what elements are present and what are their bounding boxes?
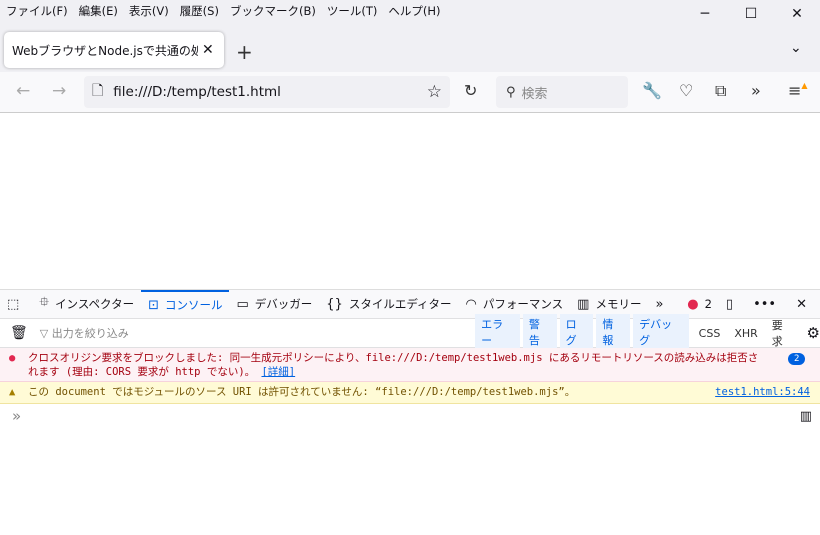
tab-debugger[interactable]: ▭ デバッガー xyxy=(229,290,319,319)
devtools-toolbar: ⬚ ⯐ インスペクター ⊡ コンソール ▭ デバッガー {} スタイルエディター ◠ パフ… xyxy=(0,289,820,319)
tab-style-editor[interactable]: {} スタイルエディター xyxy=(319,290,458,319)
trash-icon[interactable]: 🗑 xyxy=(10,325,28,341)
error-icon: ● xyxy=(687,296,699,312)
browser-tab[interactable]: WebブラウザとNode.jsで共通の処理を ✕ xyxy=(4,32,224,68)
inspector-icon: ⯐ xyxy=(39,295,50,310)
warning-icon: ▲ xyxy=(9,386,16,398)
console-filter-bar: 🗑 ▽ 出力を絞り込み エラー 警告 ログ 情報 デバッグ CSS XHR 要求… xyxy=(0,314,820,352)
menu-help[interactable]: ヘルプ(H) xyxy=(388,3,440,19)
element-picker-icon[interactable]: ⬚ xyxy=(0,290,32,319)
warning-text: この document ではモジュールのソース URI は許可されていません: … xyxy=(28,386,576,398)
menu-view[interactable]: 表示(V) xyxy=(129,3,169,19)
devtools-panel: ⬚ ⯐ インスペクター ⊡ コンソール ▭ デバッガー {} スタイルエディター ◠ パフ… xyxy=(0,289,820,535)
filter-requests[interactable]: 要求 xyxy=(772,317,794,349)
menu-file[interactable]: ファイル(F) xyxy=(6,3,68,19)
menu-history[interactable]: 履歴(S) xyxy=(180,3,219,19)
console-icon: ⊡ xyxy=(148,297,159,313)
tab-inspector[interactable]: ⯐ インスペクター xyxy=(32,290,141,319)
prompt-icon: » xyxy=(12,407,22,425)
close-tab-icon[interactable]: ✕ xyxy=(202,42,214,58)
filter-debug[interactable]: デバッグ xyxy=(633,314,689,352)
page-content xyxy=(0,113,820,289)
memory-icon: ▥ xyxy=(577,296,590,312)
error-text-1: クロスオリジン要求をブロックしました: 同一生成元ポリシーにより、file://… xyxy=(28,352,759,364)
url-bar[interactable]: 🗋 file:///D:/temp/test1.html ☆ xyxy=(84,76,450,108)
tab-console[interactable]: ⊡ コンソール xyxy=(141,289,230,319)
filter-input[interactable]: ▽ 出力を絞り込み xyxy=(40,325,475,341)
repeat-count-badge: 2 xyxy=(788,353,806,365)
editor-mode-icon[interactable]: ▥ xyxy=(800,409,812,424)
reload-icon[interactable]: ↻ xyxy=(464,81,477,100)
page-icon: 🗋 xyxy=(92,83,104,99)
menu-icon[interactable]: ≡▲ xyxy=(788,81,808,100)
overflow-icon[interactable]: » xyxy=(751,81,761,100)
menu-tools[interactable]: ツール(T) xyxy=(327,3,378,19)
chevron-down-icon[interactable]: ⌄ xyxy=(790,40,802,56)
extensions-icon[interactable]: ⧉ xyxy=(715,81,726,101)
dock-icon[interactable]: ▯ xyxy=(719,290,746,319)
url-text: file:///D:/temp/test1.html xyxy=(113,84,281,100)
error-icon: ● xyxy=(9,352,16,364)
error-text-2: れます (理由: CORS 要求が http でない)。 xyxy=(28,366,256,378)
nav-bar: ← → 🗋 file:///D:/temp/test1.html ☆ ↻ ⚲ 検… xyxy=(0,72,820,113)
wrench-icon[interactable]: 🔧 xyxy=(642,81,662,100)
tab-title: WebブラウザとNode.jsで共通の処理を xyxy=(12,43,198,58)
search-icon: ⚲ xyxy=(506,84,516,100)
search-placeholder: 検索 xyxy=(521,86,548,102)
back-button[interactable]: ← xyxy=(16,81,30,101)
close-devtools-icon[interactable]: ✕ xyxy=(789,290,820,319)
filter-info[interactable]: 情報 xyxy=(596,314,631,352)
console-error-message: ● クロスオリジン要求をブロックしました: 同一生成元ポリシーにより、file:… xyxy=(0,348,820,382)
learn-more-link[interactable]: [詳細] xyxy=(261,366,295,378)
menu-bookmarks[interactable]: ブックマーク(B) xyxy=(230,3,316,19)
filter-css[interactable]: CSS xyxy=(699,327,721,340)
console-warning-message: ▲ この document ではモジュールのソース URI は許可されていません… xyxy=(0,382,820,404)
menu-edit[interactable]: 編集(E) xyxy=(79,3,118,19)
more-options-icon[interactable]: ••• xyxy=(746,290,789,319)
forward-button[interactable]: → xyxy=(52,81,66,101)
filter-xhr[interactable]: XHR xyxy=(734,327,757,340)
tab-strip: WebブラウザとNode.jsで共通の処理を ✕ + ⌄ xyxy=(0,22,820,72)
filter-logs[interactable]: ログ xyxy=(559,314,594,352)
gear-icon[interactable]: ⚙ xyxy=(807,324,820,342)
search-input[interactable]: ⚲ 検索 xyxy=(496,76,628,108)
console-input[interactable]: » ▥ xyxy=(0,404,820,428)
pocket-icon[interactable]: ♡ xyxy=(679,81,693,100)
filter-warnings[interactable]: 警告 xyxy=(522,314,557,352)
filter-errors[interactable]: エラー xyxy=(475,314,520,352)
new-tab-button[interactable]: + xyxy=(236,40,253,64)
debugger-icon: ▭ xyxy=(236,296,249,312)
warning-source-link[interactable]: test1.html:5:44 xyxy=(715,382,810,402)
braces-icon: {} xyxy=(326,296,343,312)
bookmark-star-icon[interactable]: ☆ xyxy=(427,82,442,102)
gauge-icon: ◠ xyxy=(465,296,477,312)
